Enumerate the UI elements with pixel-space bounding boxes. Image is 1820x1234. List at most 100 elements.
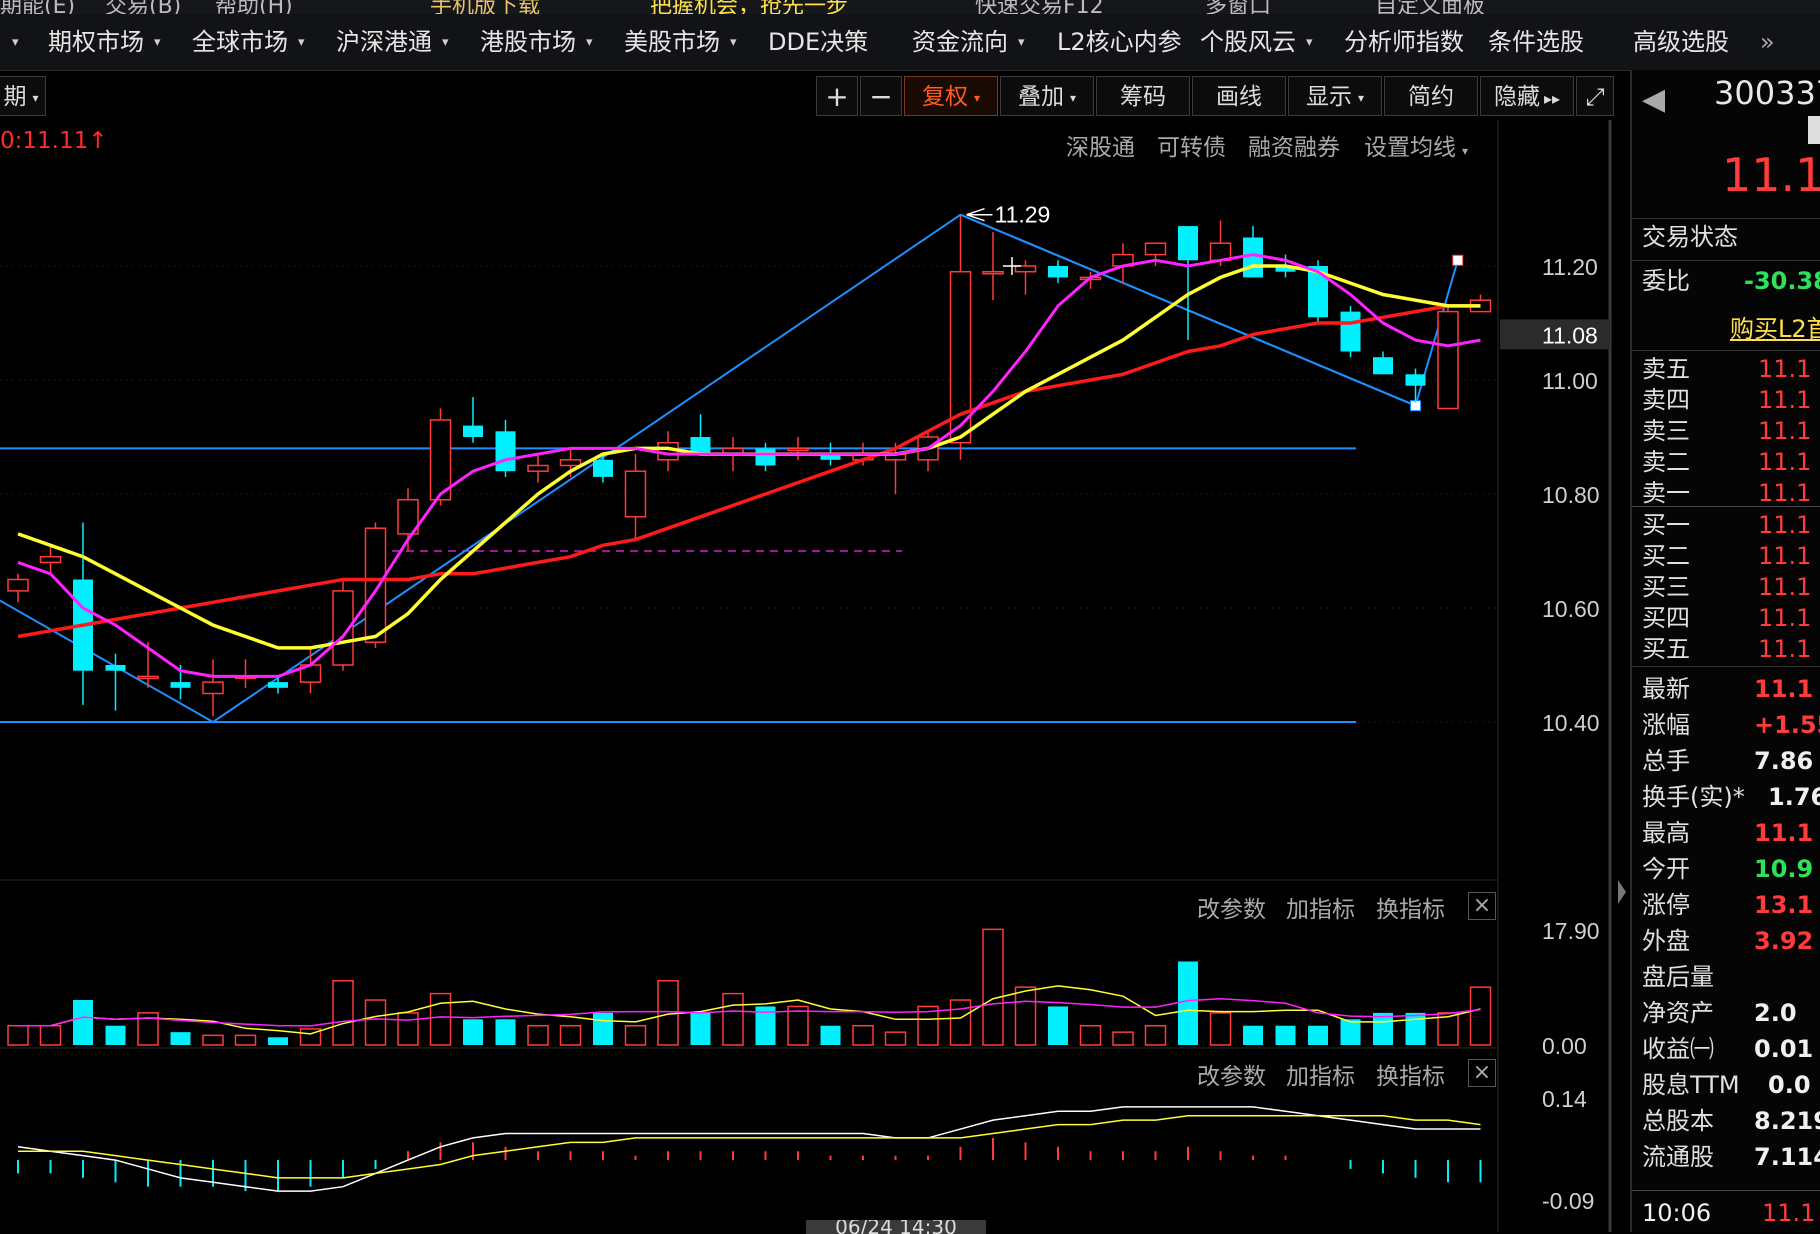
candle-body-up xyxy=(527,464,549,472)
vol-params-button[interactable]: 改参数 xyxy=(1197,890,1266,924)
volume-bar-up xyxy=(1209,1012,1232,1046)
stock-price: 11.15 xyxy=(1722,148,1820,202)
candle-body-down xyxy=(495,431,516,472)
volume-bar-down xyxy=(1243,1025,1263,1045)
nav-dde[interactable]: DDE决策 xyxy=(768,14,868,70)
ma5-line xyxy=(17,253,1481,678)
nav-connect[interactable]: 沪深港通 ▾ xyxy=(336,14,449,70)
volume-bar-up xyxy=(949,999,972,1046)
volume-bar-up xyxy=(397,1012,419,1046)
volume-bar-down xyxy=(593,1012,613,1045)
macd-params-button[interactable]: 改参数 xyxy=(1197,1057,1266,1091)
nav-stock-news[interactable]: 个股风云 ▾ xyxy=(1200,14,1313,70)
fuquan-button[interactable]: 复权 ▾ xyxy=(904,76,998,116)
macd-swap-indicator-button[interactable]: 换指标 xyxy=(1376,1057,1445,1091)
macd-close-icon[interactable]: × xyxy=(1468,1059,1496,1087)
volume-bar-down xyxy=(1178,961,1198,1045)
stat-label: 收益㈠ xyxy=(1642,1035,1714,1063)
display-button[interactable]: 显示 ▾ xyxy=(1288,76,1382,116)
candle-body-up xyxy=(1437,310,1459,410)
fullscreen-icon[interactable]: ⤢ xyxy=(1576,76,1614,116)
nav-global-market[interactable]: 全球市场 ▾ xyxy=(192,14,305,70)
bid-level-3-label: 买三 xyxy=(1642,573,1690,601)
buy-l2-link[interactable]: 购买L2首 xyxy=(1730,312,1820,346)
candle-body-down xyxy=(1373,357,1393,375)
candle-body-down xyxy=(1243,237,1263,278)
macd-add-indicator-button[interactable]: 加指标 xyxy=(1286,1057,1355,1091)
stat-value: 7.86 xyxy=(1754,747,1814,775)
ask-level-4-value: 11.1 xyxy=(1758,386,1812,414)
draw-line-button[interactable]: 画线 xyxy=(1192,76,1286,116)
volume-bar-up xyxy=(787,1005,809,1046)
stat-label: 最新 xyxy=(1642,675,1690,703)
stock-code: 300337 xyxy=(1714,74,1820,112)
candle-body-down xyxy=(593,459,613,477)
stat-label: 外盘 xyxy=(1642,927,1690,955)
candle-body-down xyxy=(1048,266,1068,278)
vol-close-icon[interactable]: × xyxy=(1468,892,1496,920)
volume-bar-up xyxy=(7,1024,29,1046)
volume-bar-up xyxy=(884,1031,907,1046)
volume-ma10-line xyxy=(18,997,1481,1027)
zoom-out-icon[interactable]: − xyxy=(860,76,902,116)
zoom-in-icon[interactable]: + xyxy=(816,76,858,116)
bid-level-5-label: 买五 xyxy=(1642,635,1690,663)
overlay-button[interactable]: 叠加 ▾ xyxy=(1000,76,1094,116)
ask-level-5-label: 卖五 xyxy=(1642,355,1690,383)
bid-level-5-value: 11.1 xyxy=(1758,635,1812,663)
hide-button[interactable]: 隐藏 ▸▸ xyxy=(1480,76,1574,116)
stat-label: 今开 xyxy=(1642,855,1690,883)
nav-advanced-select[interactable]: 高级选股 xyxy=(1633,14,1729,70)
ask-level-5-value: 11.1 xyxy=(1758,355,1812,383)
nav-caret-cut[interactable]: ▾ xyxy=(2,14,19,70)
volume-bar-down xyxy=(73,1000,93,1045)
ask-level-2-value: 11.1 xyxy=(1758,448,1812,476)
candle-body-down xyxy=(1405,374,1426,386)
volume-bar-up xyxy=(559,1024,582,1046)
vol-add-indicator-button[interactable]: 加指标 xyxy=(1286,890,1355,924)
stat-value: 11.1 xyxy=(1754,819,1814,847)
volume-bar-down xyxy=(1340,1019,1361,1045)
volume-tick-label: 17.90 xyxy=(1542,918,1600,944)
stat-value: 0.0 xyxy=(1768,1071,1811,1099)
volume-bar-down xyxy=(495,1019,516,1045)
nav-more-icon[interactable]: » xyxy=(1760,14,1775,70)
stat-value: 8.219 xyxy=(1754,1107,1820,1135)
nav-hk-market[interactable]: 港股市场 ▾ xyxy=(480,14,593,70)
volume-bar-up xyxy=(364,999,387,1046)
simple-mode-button[interactable]: 简约 xyxy=(1384,76,1478,116)
candle-body-down xyxy=(755,448,776,466)
vol-swap-indicator-button[interactable]: 换指标 xyxy=(1376,890,1445,924)
stat-value: 13.1 xyxy=(1754,891,1814,919)
candle-body-up xyxy=(137,675,159,680)
ask-level-2-label: 卖二 xyxy=(1642,448,1690,476)
nav-fund-flow[interactable]: 资金流向 ▾ xyxy=(912,14,1025,70)
period-selector[interactable]: 期 ▾ xyxy=(0,76,46,116)
stat-label: 涨幅 xyxy=(1642,711,1690,739)
nav-options-market[interactable]: 期权市场 ▾ xyxy=(48,14,161,70)
price-tick-label: 10.80 xyxy=(1542,482,1600,508)
candle-body-up xyxy=(559,459,582,467)
bid-level-2-label: 买二 xyxy=(1642,542,1690,570)
ask-level-4-label: 卖四 xyxy=(1642,386,1690,414)
nav-us-market[interactable]: 美股市场 ▾ xyxy=(624,14,737,70)
volume-bar-down xyxy=(1405,1012,1426,1045)
nav-analyst-index[interactable]: 分析师指数 xyxy=(1344,14,1464,70)
bid-level-4-value: 11.1 xyxy=(1758,604,1812,632)
stat-label: 盘后量 xyxy=(1642,963,1714,991)
ask-level-3-label: 卖三 xyxy=(1642,417,1690,445)
nav-l2-core[interactable]: L2核心内参 xyxy=(1057,14,1182,70)
double-arrow-icon: ▸▸ xyxy=(1543,89,1561,108)
prev-stock-icon[interactable]: ◀ xyxy=(1642,82,1665,117)
drawing-handle xyxy=(1452,254,1464,266)
stat-value: 0.01 xyxy=(1754,1035,1814,1063)
stat-value: 7.114 xyxy=(1754,1143,1820,1171)
macd-tick-label: -0.09 xyxy=(1542,1188,1594,1214)
top-menu-strip: 期能(E) 交易(B) 帮助(H) 手机版下载 把握机会，抢先一步 快速交易F1… xyxy=(0,0,1820,19)
tick-time: 10:06 xyxy=(1642,1199,1712,1227)
market-nav-bar: ▾ 期权市场 ▾ 全球市场 ▾ 沪深港通 ▾ 港股市场 ▾ 美股市场 ▾ DDE决策 资金… xyxy=(0,14,1820,71)
price-tick-label: 10.60 xyxy=(1542,596,1600,622)
candle-body-down xyxy=(268,682,288,688)
nav-condition-select[interactable]: 条件选股 xyxy=(1488,14,1584,70)
chips-button[interactable]: 筹码 xyxy=(1096,76,1190,116)
